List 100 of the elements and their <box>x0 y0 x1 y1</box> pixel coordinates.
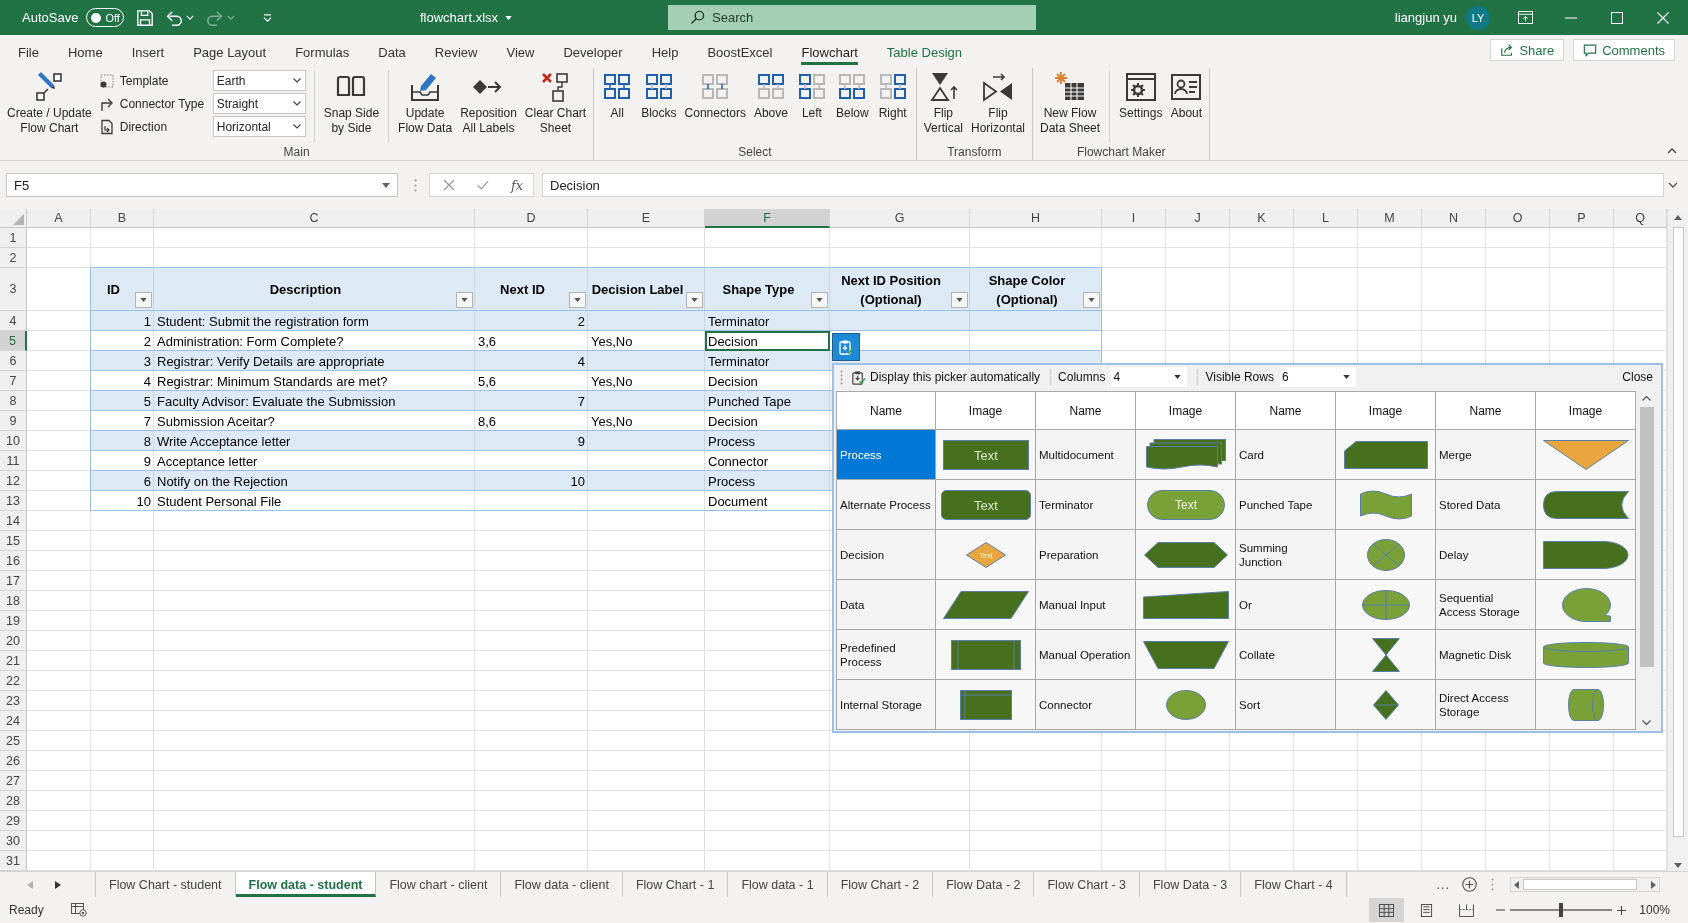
filter-button[interactable] <box>1083 292 1100 308</box>
dash-icon[interactable] <box>1565 16 1577 19</box>
share-button[interactable]: Share <box>1490 39 1565 61</box>
row-header[interactable]: 1 <box>0 228 27 248</box>
shape-option[interactable]: Delay <box>1436 530 1536 580</box>
row-header[interactable]: 8 <box>0 391 27 411</box>
row-header[interactable]: 3 <box>0 268 27 311</box>
shape-option[interactable]: Stored Data <box>1436 480 1536 530</box>
ribbon-button[interactable]: Settings <box>1116 69 1166 141</box>
ribbon-button[interactable]: Reposition All Labels <box>457 69 520 141</box>
ribbon-tab[interactable]: Page Layout <box>193 39 267 65</box>
filter-button[interactable] <box>135 292 152 308</box>
row-header[interactable]: 30 <box>0 831 27 851</box>
column-header[interactable]: O <box>1486 209 1550 228</box>
ribbon-tab[interactable]: Insert <box>131 39 165 65</box>
minus-icon[interactable] <box>1496 909 1506 911</box>
ribbon-button[interactable]: Update Flow Data <box>395 69 456 141</box>
row-header[interactable]: 16 <box>0 551 27 571</box>
ribbon-button[interactable]: Create / Update Flow Chart <box>4 69 95 141</box>
ribbon-tab[interactable]: BoostExcel <box>707 39 773 65</box>
column-header[interactable]: J <box>1166 209 1230 228</box>
ribbon-tab[interactable]: Data <box>378 39 406 65</box>
row-header[interactable]: 29 <box>0 811 27 831</box>
column-header[interactable]: I <box>1102 209 1166 228</box>
scroll-thumb[interactable] <box>1639 407 1654 667</box>
close-button[interactable]: Close <box>1622 370 1653 384</box>
shape-option[interactable]: Manual Input <box>1036 580 1136 630</box>
row-header[interactable]: 7 <box>0 371 27 391</box>
undo-icon[interactable] <box>165 8 184 27</box>
shape-option[interactable]: Card <box>1236 430 1336 480</box>
row-header[interactable]: 27 <box>0 771 27 791</box>
right-triangle-icon[interactable] <box>55 880 61 889</box>
picker-button[interactable] <box>832 333 860 361</box>
ribbon-option[interactable]: Connector Type <box>98 95 211 112</box>
dropdown[interactable]: Straight <box>212 93 306 114</box>
column-header[interactable]: F <box>705 209 830 228</box>
row-header[interactable]: 12 <box>0 471 27 491</box>
up-caret-icon[interactable] <box>1674 215 1682 220</box>
ribbon-tab[interactable]: Home <box>67 39 103 65</box>
ribbon-tab[interactable]: Developer <box>563 39 623 65</box>
insert-function-button[interactable]: fx <box>511 177 524 193</box>
grip-icon[interactable] <box>840 369 843 385</box>
dropdown[interactable]: Horizontal <box>212 116 306 137</box>
row-header[interactable]: 24 <box>0 711 27 731</box>
row-header[interactable]: 17 <box>0 571 27 591</box>
caret-icon[interactable] <box>1668 182 1678 188</box>
column-header[interactable]: P <box>1550 209 1614 228</box>
shape-option[interactable]: Punched Tape <box>1236 480 1336 530</box>
vertical-dots-icon[interactable] <box>414 178 417 192</box>
plus-circle-icon[interactable] <box>1462 877 1477 892</box>
column-header[interactable]: B <box>91 209 154 228</box>
user-name[interactable]: liangjun yu <box>1394 10 1457 25</box>
dropdown[interactable]: Earth <box>212 70 306 91</box>
ribbon-tab[interactable]: File <box>18 39 39 65</box>
column-header[interactable]: C <box>154 209 475 228</box>
shape-option[interactable]: Direct Access Storage <box>1436 680 1536 730</box>
sheet-tab[interactable]: Flow data - student <box>235 872 377 897</box>
zoom-level[interactable]: 100% <box>1639 903 1670 917</box>
row-header[interactable]: 9 <box>0 411 27 431</box>
sheet-record-icon[interactable] <box>70 903 87 917</box>
comments-button[interactable]: Comments <box>1573 39 1675 61</box>
check-icon[interactable] <box>477 179 489 191</box>
shape-option[interactable]: Sort <box>1236 680 1336 730</box>
shape-option[interactable]: Terminator <box>1036 480 1136 530</box>
row-header[interactable]: 4 <box>0 311 27 331</box>
row-header[interactable]: 11 <box>0 451 27 471</box>
filter-button[interactable] <box>686 292 703 308</box>
shape-option[interactable]: Manual Operation <box>1036 630 1136 680</box>
shape-option[interactable]: Merge <box>1436 430 1536 480</box>
row-header[interactable]: 19 <box>0 611 27 631</box>
row-header[interactable]: 20 <box>0 631 27 651</box>
dropdown[interactable]: 6 <box>1279 367 1356 387</box>
horizontal-scrollbar[interactable] <box>1510 877 1660 892</box>
ribbon-button[interactable]: New Flow Data Sheet <box>1037 69 1104 141</box>
shape-option[interactable]: Predefined Process <box>836 630 936 680</box>
ribbon-tab[interactable]: Help <box>651 39 679 65</box>
column-header[interactable]: L <box>1294 209 1358 228</box>
filter-button[interactable] <box>456 292 473 308</box>
ribbon-button[interactable]: Blocks <box>638 69 680 141</box>
column-header[interactable]: E <box>588 209 705 228</box>
more-tabs-button[interactable]: ... <box>1436 877 1450 892</box>
shape-option[interactable]: Decision <box>836 530 936 580</box>
column-header[interactable]: M <box>1358 209 1422 228</box>
left-triangle-icon[interactable] <box>1514 880 1519 889</box>
row-header[interactable]: 10 <box>0 431 27 451</box>
row-header[interactable]: 22 <box>0 671 27 691</box>
shape-option[interactable]: Process <box>836 430 936 480</box>
shape-option[interactable]: Connector <box>1036 680 1136 730</box>
column-header[interactable]: Q <box>1614 209 1667 228</box>
row-header[interactable]: 2 <box>0 248 27 268</box>
column-header[interactable]: K <box>1230 209 1294 228</box>
file-name[interactable]: flowchart.xlsx <box>420 10 499 25</box>
ribbon-button[interactable]: About <box>1167 69 1206 141</box>
shape-option[interactable]: Preparation <box>1036 530 1136 580</box>
cross-icon[interactable] <box>443 179 455 191</box>
filter-button[interactable] <box>951 292 968 308</box>
ribbon-button[interactable]: Right <box>873 69 912 141</box>
scroll-thumb[interactable] <box>1523 879 1637 890</box>
ribbon-button[interactable]: Connectors <box>681 69 749 141</box>
dropdown[interactable]: 4 <box>1111 367 1188 387</box>
